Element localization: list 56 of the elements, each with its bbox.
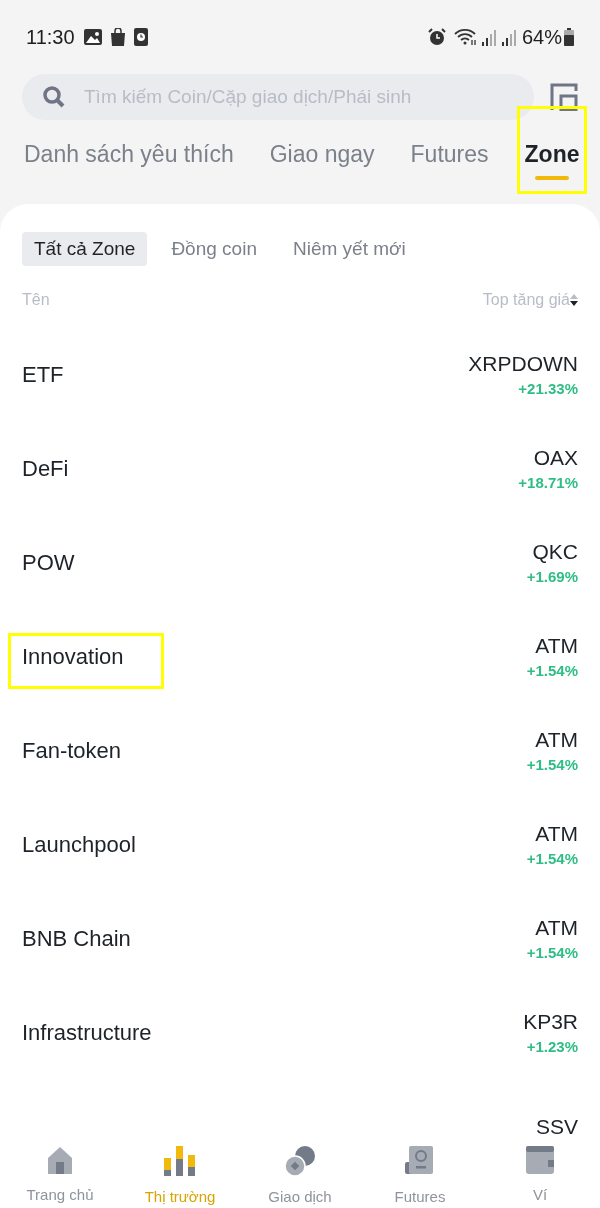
coin-pair: ATM [535, 632, 578, 659]
coin-pair: KP3R [523, 1008, 578, 1035]
coin-pair: XRPDOWN [468, 350, 578, 377]
wifi-icon [453, 28, 478, 46]
coin-pair: OAX [533, 444, 578, 471]
alarm-icon [427, 28, 446, 46]
price-change: +1.54% [526, 660, 578, 681]
shopping-bag-icon [109, 28, 126, 46]
price-change: +18.71% [518, 472, 578, 493]
price-change: +1.69% [526, 566, 578, 587]
nav-tab[interactable]: Trang chủ [0, 1137, 120, 1208]
filter-chip[interactable]: Niêm yết mới [280, 232, 418, 266]
layout-toggle-icon[interactable] [550, 83, 578, 111]
coin-pair: ATM [535, 726, 578, 753]
wallet-icon [526, 1145, 554, 1174]
battery-icon [564, 28, 574, 46]
coin-pair: QKC [532, 538, 578, 565]
zone-name[interactable]: DeFi [22, 452, 69, 486]
nav-tab[interactable]: Futures [360, 1137, 480, 1208]
search-icon [42, 85, 66, 109]
market-tab[interactable]: Danh sách yêu thích [24, 136, 234, 172]
tab-underline [535, 176, 569, 180]
nav-tab[interactable]: Giao dịch [240, 1137, 360, 1208]
market-tab[interactable]: Zone [524, 136, 580, 172]
status-time: 11:30 [26, 25, 75, 50]
sort-icon [570, 292, 578, 307]
market-tab[interactable]: Giao ngay [269, 136, 375, 172]
zone-name[interactable]: ETF [22, 358, 64, 392]
bar-chart-icon [164, 1145, 196, 1176]
zone-name[interactable]: POW [22, 546, 75, 580]
zone-name[interactable]: Launchpool [22, 828, 136, 862]
filter-chip[interactable]: Đồng coin [159, 232, 269, 266]
image-icon [83, 29, 102, 45]
document-icon [405, 1145, 435, 1176]
coin-pair: ATM [535, 820, 578, 847]
coins-icon [285, 1145, 315, 1176]
zone-name[interactable]: Innovation [22, 640, 124, 674]
price-change: +1.54% [526, 942, 578, 963]
zone-name[interactable]: BNB Chain [22, 922, 131, 956]
zone-name[interactable]: Fan-token [22, 734, 122, 768]
price-change: +1.54% [526, 848, 578, 869]
coin-pair: SSV [535, 1113, 578, 1138]
coin-pair: ATM [535, 914, 578, 941]
price-change: +21.33% [518, 378, 578, 399]
clock-icon [133, 28, 148, 46]
home-icon [46, 1145, 74, 1174]
signal-icon [481, 28, 518, 46]
market-tab[interactable]: Futures [410, 136, 489, 172]
price-change: +1.23% [526, 1036, 578, 1057]
column-header: Tên [22, 289, 50, 310]
price-change: +1.54% [526, 754, 578, 775]
battery-percent: 64% [521, 25, 562, 50]
filter-chip[interactable]: Tất cả Zone [22, 232, 148, 266]
nav-tab[interactable]: Ví [480, 1137, 600, 1208]
nav-tab[interactable]: Thị trường [120, 1137, 240, 1208]
zone-name[interactable]: Infrastructure [22, 1016, 152, 1050]
